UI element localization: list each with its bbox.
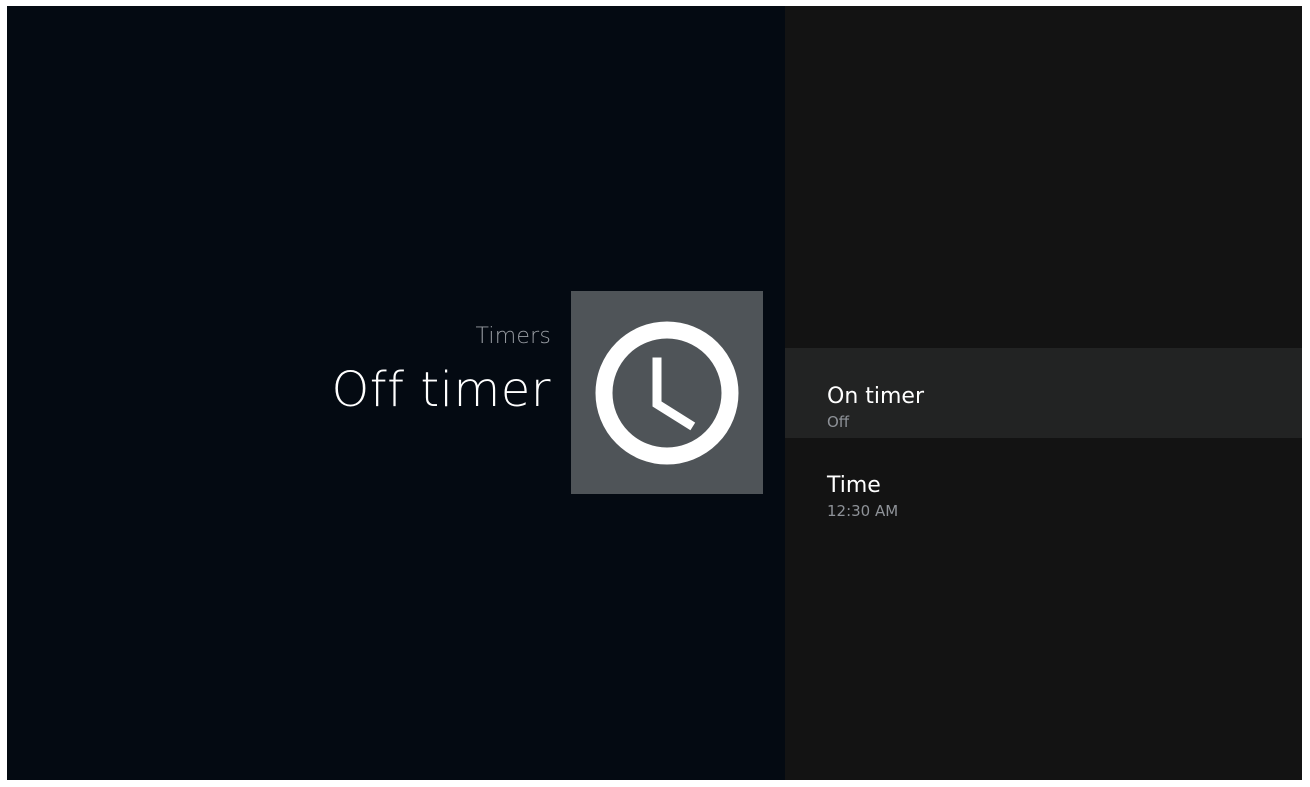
menu-item-value: Off: [827, 413, 850, 431]
menu-item-title: On timer: [827, 384, 925, 409]
clock-icon: [595, 321, 739, 464]
menu-item-title: Time: [827, 473, 881, 498]
menu-item-time[interactable]: Time 12:30 AM: [785, 437, 1302, 527]
page-title: Off timer: [331, 362, 551, 418]
icon-tile: [571, 291, 763, 494]
menu-item-value: 12:30 AM: [827, 502, 899, 520]
actions-pane: On timer Off Time 12:30 AM: [785, 6, 1302, 780]
breadcrumb: Timers: [475, 324, 551, 349]
screen-frame: Timers Off timer On timer Off Time 12:30…: [7, 6, 1302, 780]
guidance-pane: Timers Off timer: [7, 6, 785, 780]
menu-item-on-timer[interactable]: On timer Off: [785, 348, 1302, 438]
